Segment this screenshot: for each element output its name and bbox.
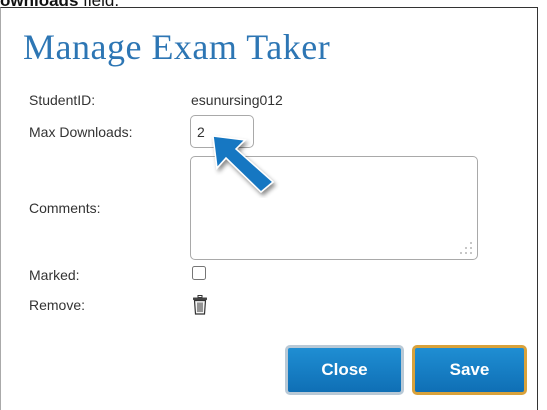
save-button[interactable]: Save xyxy=(412,345,527,395)
dialog-title: Manage Exam Taker xyxy=(23,27,331,67)
trash-icon[interactable] xyxy=(192,295,208,315)
marked-checkbox[interactable] xyxy=(192,266,206,280)
resize-grip-icon[interactable] xyxy=(459,241,473,255)
arrow-pointer-icon xyxy=(212,135,275,194)
marked-label: Marked: xyxy=(29,267,80,283)
student-id-label: StudentID: xyxy=(29,92,96,108)
max-downloads-label: Max Downloads: xyxy=(29,124,133,140)
manage-exam-taker-dialog: Manage Exam Taker StudentID: esunursing0… xyxy=(0,7,538,410)
close-button[interactable]: Close xyxy=(285,345,404,395)
comments-label: Comments: xyxy=(29,200,101,216)
remove-label: Remove: xyxy=(29,297,86,313)
student-id-value: esunursing012 xyxy=(191,92,283,108)
